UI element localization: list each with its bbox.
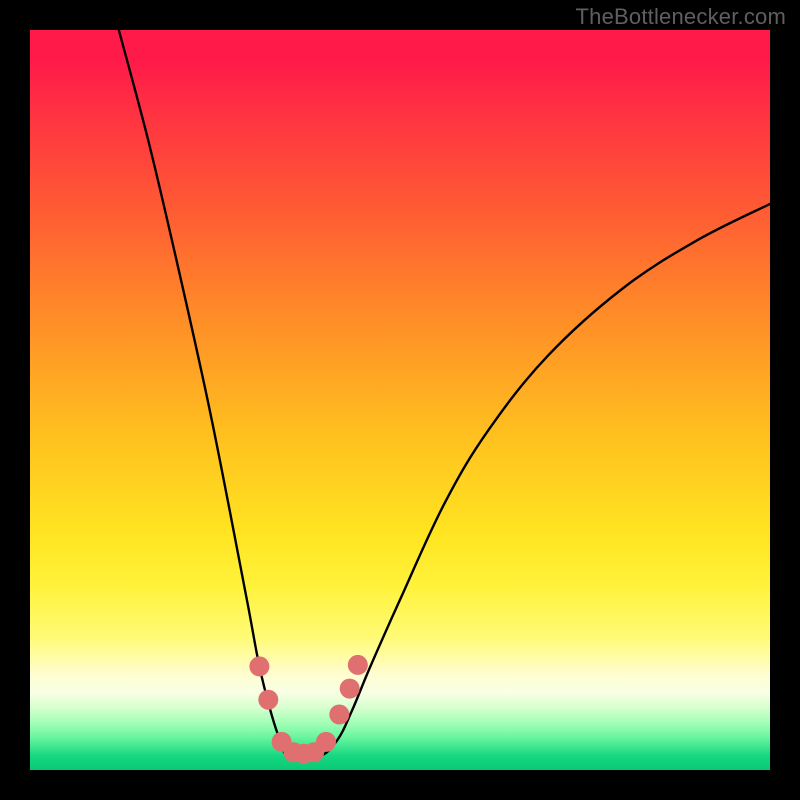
marker-g [316,732,336,752]
chart-frame: TheBottlenecker.com [0,0,800,800]
marker-i [340,679,360,699]
marker-a [249,656,269,676]
watermark-text: TheBottlenecker.com [576,4,786,30]
bottleneck-curve [119,30,770,759]
plot-area [30,30,770,770]
curve-markers [249,655,367,764]
marker-j [348,655,368,675]
marker-b [258,690,278,710]
marker-h [329,705,349,725]
chart-svg [30,30,770,770]
